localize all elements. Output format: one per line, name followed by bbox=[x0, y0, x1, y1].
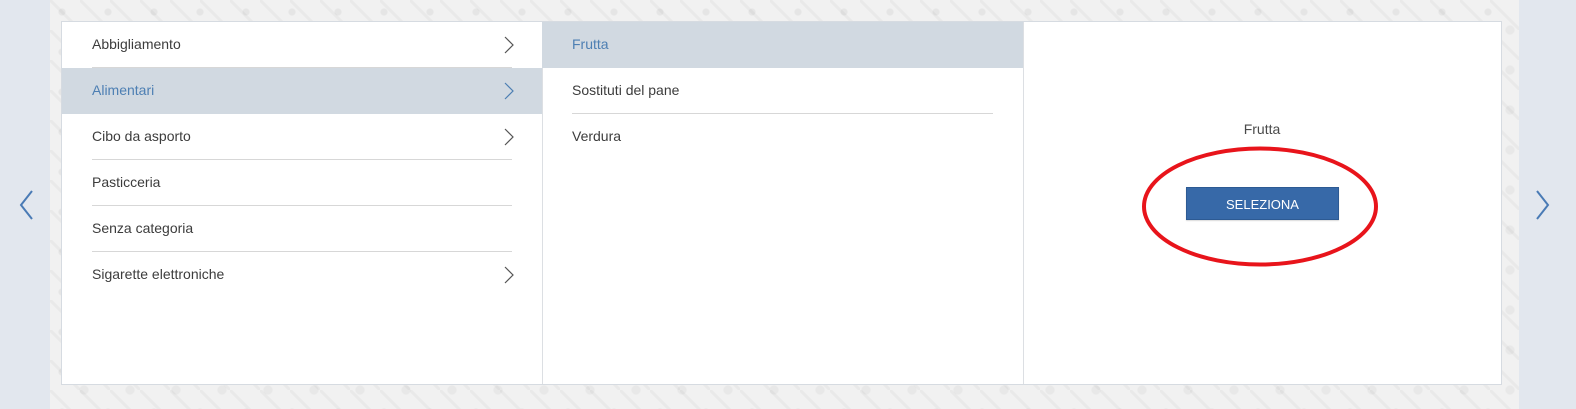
chevron-right-icon bbox=[504, 82, 514, 100]
category-item-abbigliamento[interactable]: Abbigliamento bbox=[62, 22, 542, 68]
subcategory-item-sostituti-del-pane[interactable]: Sostituti del pane bbox=[542, 68, 1023, 114]
category-picker-panel: Abbigliamento Alimentari Cibo da asporto… bbox=[61, 21, 1502, 385]
subcategory-item-frutta[interactable]: Frutta bbox=[542, 22, 1023, 68]
category-item-pasticceria[interactable]: Pasticceria bbox=[62, 160, 542, 206]
category-item-senza-categoria[interactable]: Senza categoria bbox=[62, 206, 542, 252]
select-button[interactable]: SELEZIONA bbox=[1186, 187, 1339, 220]
subcategory-label: Verdura bbox=[572, 128, 622, 144]
chevron-right-icon bbox=[504, 36, 514, 54]
category-label: Sigarette elettroniche bbox=[92, 266, 225, 282]
category-column: Abbigliamento Alimentari Cibo da asporto… bbox=[62, 22, 543, 384]
chevron-left-icon bbox=[19, 190, 33, 220]
chevron-right-icon bbox=[504, 128, 514, 146]
chevron-right-icon bbox=[504, 266, 514, 284]
category-label: Pasticceria bbox=[92, 174, 161, 190]
subcategory-label: Sostituti del pane bbox=[572, 82, 680, 98]
subcategory-label: Frutta bbox=[572, 36, 609, 52]
category-label: Senza categoria bbox=[92, 220, 194, 236]
category-label: Alimentari bbox=[92, 82, 155, 98]
subcategory-column: Frutta Sostituti del pane Verdura bbox=[542, 22, 1024, 384]
chevron-right-icon bbox=[1536, 190, 1550, 220]
selection-preview: Frutta SELEZIONA bbox=[1023, 22, 1501, 384]
category-item-cibo-da-asporto[interactable]: Cibo da asporto bbox=[62, 114, 542, 160]
category-label: Abbigliamento bbox=[92, 36, 181, 52]
previous-arrow-button[interactable] bbox=[17, 188, 37, 222]
category-label: Cibo da asporto bbox=[92, 128, 191, 144]
next-arrow-button[interactable] bbox=[1532, 188, 1552, 222]
subcategory-item-verdura[interactable]: Verdura bbox=[542, 114, 1023, 160]
category-item-sigarette-elettroniche[interactable]: Sigarette elettroniche bbox=[62, 252, 542, 298]
category-item-alimentari[interactable]: Alimentari bbox=[62, 68, 542, 114]
preview-title: Frutta bbox=[1243, 121, 1281, 137]
